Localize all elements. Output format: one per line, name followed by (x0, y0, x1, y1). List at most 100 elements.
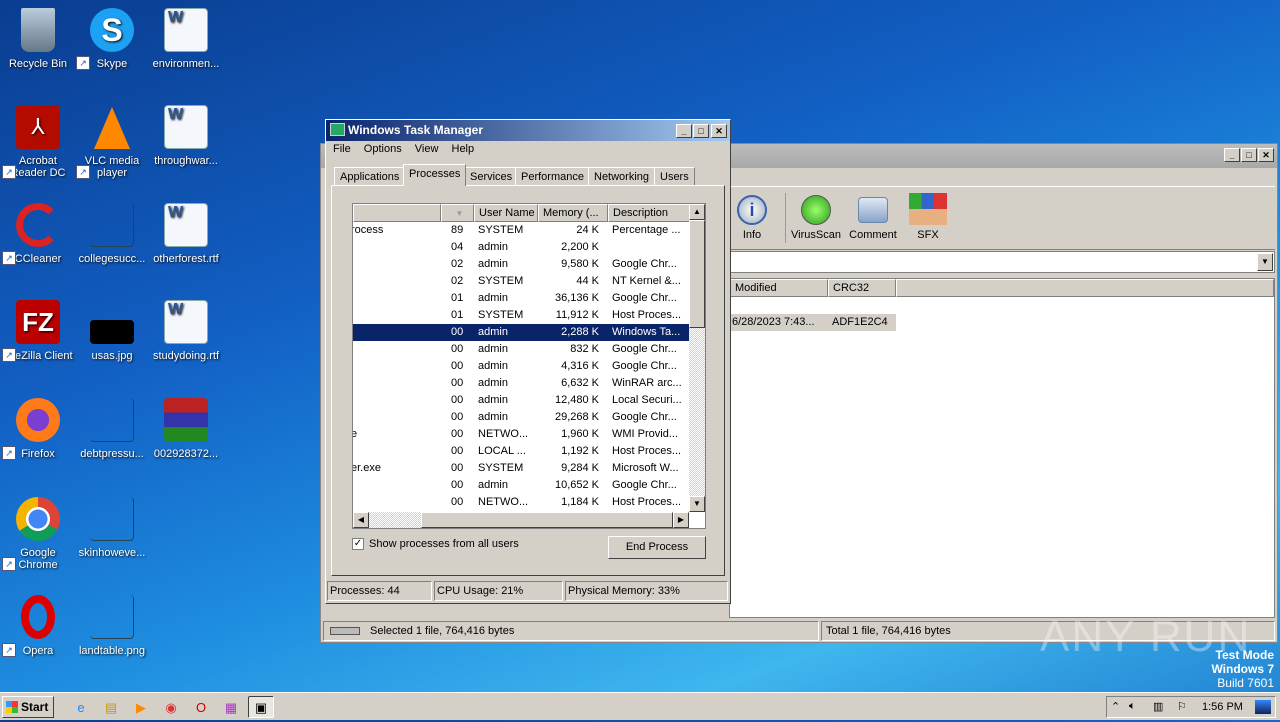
column-image-name[interactable] (353, 204, 441, 222)
action-center-flag-icon[interactable]: ⚐ (1177, 700, 1187, 713)
close-button[interactable]: ✕ (711, 124, 727, 138)
path-combo[interactable]: ▼ (729, 251, 1275, 273)
process-desc: Google Chr... (612, 360, 677, 372)
close-button[interactable]: ✕ (1258, 148, 1274, 162)
column-description[interactable]: Description (608, 204, 690, 222)
scroll-up-button[interactable]: ▲ (689, 204, 705, 220)
vertical-scrollbar[interactable]: ▲ ▼ (689, 204, 705, 512)
volume-icon[interactable]: 🔈︎ (1129, 700, 1136, 713)
desktop-icon[interactable]: S ↗ Skype (74, 8, 150, 70)
menu-view[interactable]: View (415, 143, 439, 155)
column-user-name[interactable]: User Name (474, 204, 538, 222)
process-row[interactable]: 00 admin 4,316 K Google Chr... (353, 358, 689, 375)
process-row[interactable]: 00 admin 6,632 K WinRAR arc... (353, 375, 689, 392)
start-button[interactable]: Start (2, 696, 54, 718)
desktop-icon[interactable]: ⅄ ↗ Acrobat Reader DC (0, 105, 76, 179)
process-row[interactable]: rocess 89 SYSTEM 24 K Percentage ... (353, 222, 689, 239)
process-row[interactable]: 00 admin 832 K Google Chr... (353, 341, 689, 358)
end-process-button[interactable]: End Process (608, 536, 706, 559)
scroll-thumb[interactable] (689, 220, 705, 328)
desktop-icon[interactable]: 002928372... (148, 398, 224, 460)
process-row[interactable]: 00 admin 2,288 K Windows Ta... (353, 324, 689, 341)
horizontal-scrollbar[interactable]: ◀ ▶ (353, 512, 689, 528)
file-list[interactable]: Modified CRC32 6/28/2023 7:43... ADF1E2C… (729, 278, 1275, 618)
desktop-icon[interactable]: debtpressu... (74, 398, 150, 460)
process-row[interactable]: 01 SYSTEM 11,912 K Host Proces... (353, 307, 689, 324)
desktop-icon[interactable]: ↗ VLC media player (74, 105, 150, 179)
desktop-icon[interactable]: collegesucc... (74, 203, 150, 265)
file-row[interactable]: 6/28/2023 7:43... ADF1E2C4 (730, 314, 896, 331)
process-row[interactable]: 00 admin 29,268 K Google Chr... (353, 409, 689, 426)
process-row[interactable]: e 00 NETWO... 1,960 K WMI Provid... (353, 426, 689, 443)
desktop-icon[interactable]: Wotherforest.rtf (148, 203, 224, 265)
vlc-icon (94, 105, 130, 149)
maximize-button[interactable]: □ (1241, 148, 1257, 162)
menu-help[interactable]: Help (452, 143, 475, 155)
desktop-icon[interactable]: ↗ Opera (0, 595, 76, 657)
process-row[interactable]: 00 admin 10,652 K Google Chr... (353, 477, 689, 494)
desktop-icon[interactable]: ↗ CCleaner (0, 203, 76, 265)
opera-taskbar-icon[interactable]: O (188, 697, 214, 719)
desktop-icon[interactable]: ↗ Google Chrome (0, 497, 76, 571)
column-crc32[interactable]: CRC32 (828, 279, 896, 297)
clock[interactable]: 1:56 PM (1202, 701, 1243, 713)
menu-options[interactable]: Options (364, 143, 402, 155)
tab-services[interactable]: Services (464, 167, 519, 186)
column-modified[interactable]: Modified (730, 279, 828, 297)
chevron-down-icon[interactable]: ▼ (1257, 253, 1273, 271)
sfx-button[interactable]: SFX (907, 193, 949, 241)
network-warning-icon[interactable]: ▥ (1153, 700, 1163, 713)
column-cpu[interactable]: ▼ (441, 204, 474, 222)
h-scroll-thumb[interactable] (421, 512, 673, 528)
process-row[interactable]: 02 admin 9,580 K Google Chr... (353, 256, 689, 273)
process-row[interactable]: er.exe 00 SYSTEM 9,284 K Microsoft W... (353, 460, 689, 477)
tab-processes[interactable]: Processes (403, 164, 467, 186)
process-row[interactable]: 00 LOCAL ... 1,192 K Host Proces... (353, 443, 689, 460)
scroll-down-button[interactable]: ▼ (689, 496, 705, 512)
column-memory[interactable]: Memory (... (538, 204, 608, 222)
comment-button[interactable]: Comment (847, 195, 899, 241)
desktop-icon[interactable]: ↗ Firefox (0, 398, 76, 460)
process-row[interactable]: 01 admin 36,136 K Google Chr... (353, 290, 689, 307)
media-player-icon[interactable]: ▶ (128, 697, 154, 719)
process-cpu: 00 (451, 462, 464, 474)
tab-performance[interactable]: Performance (515, 167, 590, 186)
process-row[interactable]: 02 SYSTEM 44 K NT Kernel &... (353, 273, 689, 290)
chrome-taskbar-icon[interactable]: ◉ (158, 697, 184, 719)
menu-file[interactable]: File (333, 143, 351, 155)
scroll-left-button[interactable]: ◀ (353, 512, 369, 528)
scroll-right-button[interactable]: ▶ (673, 512, 689, 528)
process-mem: 12,480 K (554, 394, 599, 406)
process-row[interactable]: 00 admin 12,480 K Local Securi... (353, 392, 689, 409)
checkbox[interactable]: ✓ (352, 538, 364, 550)
show-all-users-checkbox[interactable]: ✓ Show processes from all users (352, 538, 519, 550)
show-desktop-icon[interactable] (1255, 700, 1271, 714)
info-button[interactable]: i Info (731, 195, 773, 241)
desktop-icon[interactable]: Wenvironmen... (148, 8, 224, 70)
desktop-icon[interactable]: skinhoweve... (74, 497, 150, 559)
tab-applications[interactable]: Applications (334, 167, 406, 186)
minimize-button[interactable]: _ (676, 124, 692, 138)
desktop-icon[interactable]: usas.jpg (74, 300, 150, 362)
minimize-button[interactable]: _ (1224, 148, 1240, 162)
show-hidden-icons[interactable]: ⌃ (1111, 700, 1120, 713)
task-manager-taskbar-icon[interactable]: ▣ (248, 696, 274, 718)
desktop-icon[interactable]: Recycle Bin (0, 8, 76, 70)
virusscan-button[interactable]: VirusScan (791, 195, 841, 241)
maximize-button[interactable]: □ (693, 124, 709, 138)
process-desc: Google Chr... (612, 343, 677, 355)
desktop-icon[interactable]: landtable.png (74, 595, 150, 657)
winrar-taskbar-icon[interactable]: ▦ (218, 697, 244, 719)
tab-users[interactable]: Users (654, 167, 695, 186)
desktop-icon[interactable]: Wthroughwar... (148, 105, 224, 167)
process-cpu: 00 (451, 394, 464, 406)
desktop-icon[interactable]: Wstudydoing.rtf (148, 300, 224, 362)
desktop-icon[interactable]: FZ ↗ FileZilla Client (0, 300, 76, 362)
explorer-icon[interactable]: ▤ (98, 697, 124, 719)
process-list[interactable]: ▼ User Name Memory (... Description roce… (352, 203, 706, 529)
ie-icon[interactable]: e (68, 697, 94, 719)
process-row[interactable]: 04 admin 2,200 K (353, 239, 689, 256)
task-manager-title-bar[interactable]: Windows Task Manager _ □ ✕ (326, 120, 730, 141)
process-row[interactable]: 00 NETWO... 1,184 K Host Proces... (353, 494, 689, 511)
tab-networking[interactable]: Networking (588, 167, 656, 186)
